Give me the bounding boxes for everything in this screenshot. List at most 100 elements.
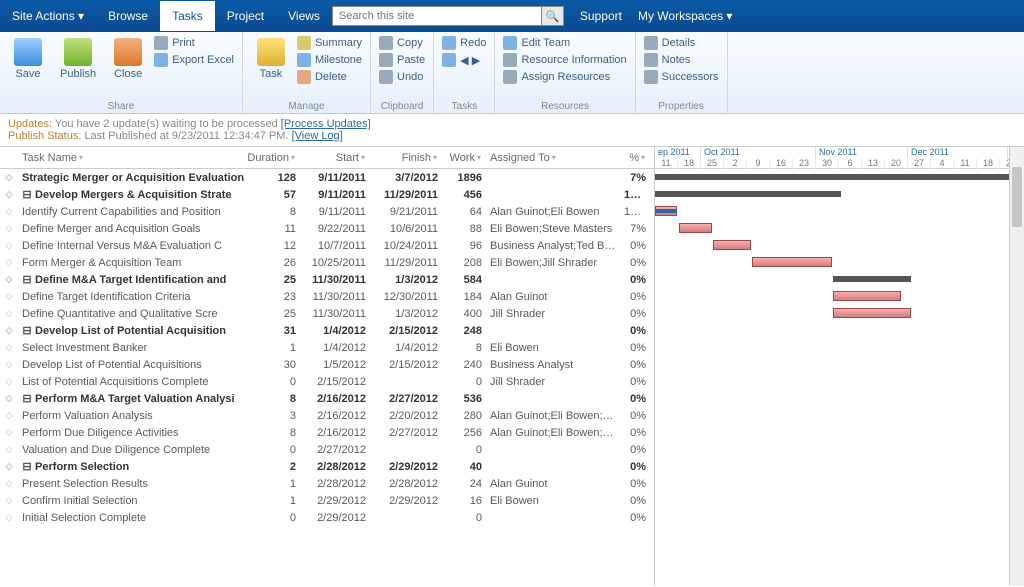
assigned-cell[interactable]: Alan Guinot;Eli Bowen	[486, 206, 620, 218]
finish-cell[interactable]: 2/15/2012	[370, 325, 442, 337]
duration-cell[interactable]: 128	[250, 172, 300, 184]
gantt-bar[interactable]	[655, 174, 1015, 180]
gantt-bar[interactable]	[679, 223, 712, 233]
finish-cell[interactable]: 10/24/2011	[370, 240, 442, 252]
pct-cell[interactable]: 7%	[620, 172, 650, 184]
work-cell[interactable]: 16	[442, 495, 486, 507]
duration-cell[interactable]: 25	[250, 274, 300, 286]
task-name-cell[interactable]: Initial Selection Complete	[18, 512, 250, 524]
task-name-cell[interactable]: Define Internal Versus M&A Evaluation C	[18, 240, 250, 252]
start-cell[interactable]: 2/28/2012	[300, 461, 370, 473]
table-row[interactable]: ◇⊟ Perform M&A Target Valuation Analysi8…	[0, 390, 654, 407]
duration-cell[interactable]: 26	[250, 257, 300, 269]
duration-cell[interactable]: 0	[250, 444, 300, 456]
print-button[interactable]: Print	[154, 36, 234, 50]
col-finish[interactable]: Finish▾	[370, 152, 442, 164]
start-cell[interactable]: 1/4/2012	[300, 325, 370, 337]
work-cell[interactable]: 256	[442, 427, 486, 439]
task-name-cell[interactable]: ⊟ Perform M&A Target Valuation Analysi	[18, 392, 250, 405]
duration-cell[interactable]: 25	[250, 308, 300, 320]
assigned-cell[interactable]: Eli Bowen	[486, 495, 620, 507]
table-row[interactable]: ◇⊟ Develop List of Potential Acquisition…	[0, 322, 654, 339]
col-assigned-to[interactable]: Assigned To▾	[486, 152, 620, 164]
col-work[interactable]: Work▾	[442, 152, 486, 164]
delete-button[interactable]: Delete	[297, 70, 362, 84]
expand-toggle[interactable]: ⊟	[22, 460, 32, 473]
finish-cell[interactable]: 11/29/2011	[370, 189, 442, 201]
pct-cell[interactable]: 0%	[620, 478, 650, 490]
work-cell[interactable]: 400	[442, 308, 486, 320]
menu-project[interactable]: Project	[215, 1, 276, 31]
assigned-cell[interactable]: Eli Bowen;Steve Masters	[486, 223, 620, 235]
start-cell[interactable]: 1/4/2012	[300, 342, 370, 354]
finish-cell[interactable]: 2/15/2012	[370, 359, 442, 371]
save-button[interactable]: Save	[8, 36, 48, 82]
expand-toggle[interactable]: ⊟	[22, 324, 32, 337]
undo-button[interactable]: Undo	[379, 70, 425, 84]
assigned-cell[interactable]: Jill Shrader	[486, 308, 620, 320]
pct-cell[interactable]: 0%	[620, 427, 650, 439]
expand-toggle[interactable]: ⊟	[22, 273, 32, 286]
month-label[interactable]: Dec 2011	[911, 147, 949, 157]
col-start[interactable]: Start▾	[300, 152, 370, 164]
work-cell[interactable]: 1896	[442, 172, 486, 184]
duration-cell[interactable]: 1	[250, 478, 300, 490]
resource-info-button[interactable]: Resource Information	[503, 53, 626, 67]
table-row[interactable]: ◇Present Selection Results12/28/20122/28…	[0, 475, 654, 492]
export-excel-button[interactable]: Export Excel	[154, 53, 234, 67]
expand-toggle[interactable]: ⊟	[22, 188, 32, 201]
table-row[interactable]: ◇Confirm Initial Selection12/29/20122/29…	[0, 492, 654, 509]
work-cell[interactable]: 96	[442, 240, 486, 252]
pct-cell[interactable]: 0%	[620, 376, 650, 388]
table-row[interactable]: ◇Identify Current Capabilities and Posit…	[0, 203, 654, 220]
copy-button[interactable]: Copy	[379, 36, 425, 50]
work-cell[interactable]: 0	[442, 376, 486, 388]
summary-button[interactable]: Summary	[297, 36, 362, 50]
task-name-cell[interactable]: Define Merger and Acquisition Goals	[18, 223, 250, 235]
duration-cell[interactable]: 0	[250, 512, 300, 524]
pct-cell[interactable]: 0%	[620, 410, 650, 422]
start-cell[interactable]: 2/15/2012	[300, 376, 370, 388]
start-cell[interactable]: 10/7/2011	[300, 240, 370, 252]
details-button[interactable]: Details	[644, 36, 719, 50]
task-name-cell[interactable]: ⊟ Perform Selection	[18, 460, 250, 473]
view-log-link[interactable]: [View Log]	[292, 130, 343, 142]
task-name-cell[interactable]: ⊟ Develop Mergers & Acquisition Strate	[18, 188, 250, 201]
finish-cell[interactable]: 2/27/2012	[370, 393, 442, 405]
search-input[interactable]	[332, 6, 542, 26]
duration-cell[interactable]: 2	[250, 461, 300, 473]
work-cell[interactable]: 184	[442, 291, 486, 303]
table-row[interactable]: ◇Define Merger and Acquisition Goals119/…	[0, 220, 654, 237]
task-name-cell[interactable]: Present Selection Results	[18, 478, 250, 490]
pct-cell[interactable]: 0%	[620, 257, 650, 269]
finish-cell[interactable]: 3/7/2012	[370, 172, 442, 184]
task-name-cell[interactable]: Select Investment Banker	[18, 342, 250, 354]
duration-cell[interactable]: 30	[250, 359, 300, 371]
pct-cell[interactable]: 7%	[620, 223, 650, 235]
table-row[interactable]: ◇⊟ Define M&A Target Identification and2…	[0, 271, 654, 288]
month-label[interactable]: ep 2011	[658, 147, 690, 157]
table-row[interactable]: ◇Select Investment Banker11/4/20121/4/20…	[0, 339, 654, 356]
table-row[interactable]: ◇Define Target Identification Criteria23…	[0, 288, 654, 305]
work-cell[interactable]: 456	[442, 189, 486, 201]
gantt-bar[interactable]	[752, 257, 832, 267]
table-row[interactable]: ◇Develop List of Potential Acquisitions3…	[0, 356, 654, 373]
work-cell[interactable]: 64	[442, 206, 486, 218]
paste-button[interactable]: Paste	[379, 53, 425, 67]
close-button[interactable]: Close	[108, 36, 148, 82]
finish-cell[interactable]: 2/29/2012	[370, 495, 442, 507]
pct-cell[interactable]: 0%	[620, 512, 650, 524]
month-label[interactable]: Nov 2011	[819, 147, 857, 157]
table-row[interactable]: ◇Perform Due Diligence Activities82/16/2…	[0, 424, 654, 441]
finish-cell[interactable]: 1/4/2012	[370, 342, 442, 354]
duration-cell[interactable]: 11	[250, 223, 300, 235]
duration-cell[interactable]: 1	[250, 495, 300, 507]
pct-cell[interactable]: 0%	[620, 308, 650, 320]
assigned-cell[interactable]: Eli Bowen	[486, 342, 620, 354]
col-task-name[interactable]: Task Name▾	[18, 152, 250, 164]
vertical-scrollbar[interactable]	[1009, 147, 1024, 586]
notes-button[interactable]: Notes	[644, 53, 719, 67]
task-name-cell[interactable]: Form Merger & Acquisition Team	[18, 257, 250, 269]
gantt-bar[interactable]	[713, 240, 751, 250]
start-cell[interactable]: 11/30/2011	[300, 274, 370, 286]
